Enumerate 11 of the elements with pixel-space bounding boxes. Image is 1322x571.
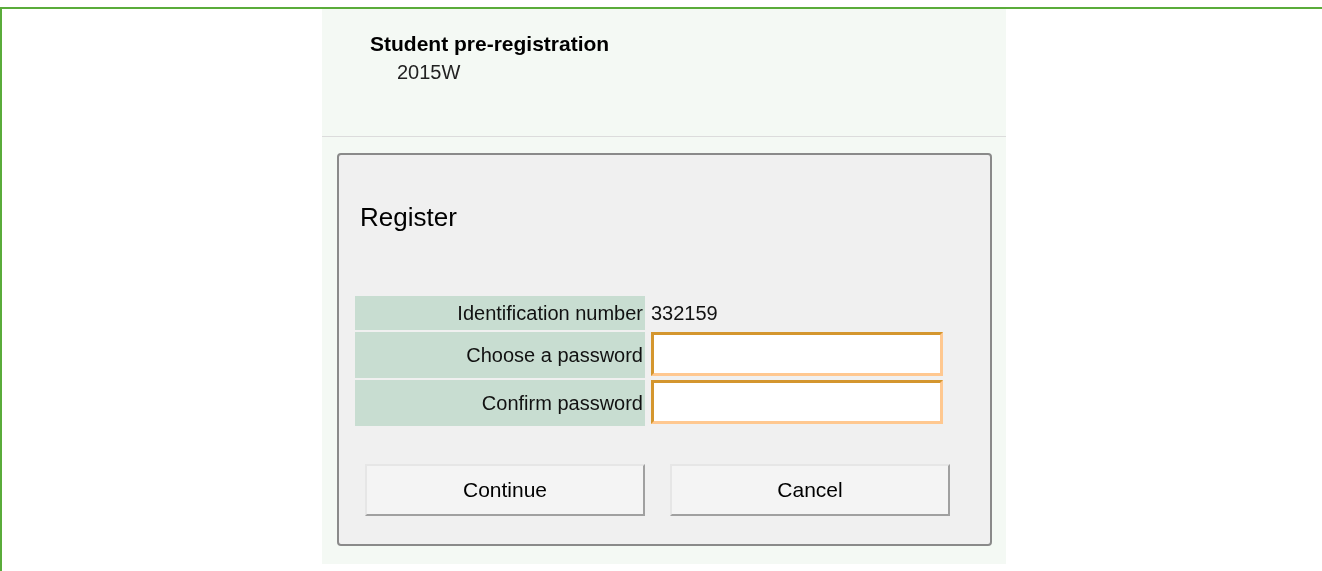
- field-label: Confirm password: [355, 380, 645, 426]
- dialog-title: Register: [360, 201, 458, 233]
- field-label: Choose a password: [355, 332, 645, 378]
- dialog-button[interactable]: Cancel: [670, 464, 950, 516]
- field-value: 332159: [651, 301, 718, 326]
- term-label: 2015W: [397, 60, 461, 85]
- password-field[interactable]: [651, 332, 943, 376]
- field-label: Identification number: [355, 296, 645, 330]
- dialog-button[interactable]: Continue: [365, 464, 645, 516]
- password-field[interactable]: [651, 380, 943, 424]
- page-title: Student pre-registration: [370, 31, 610, 57]
